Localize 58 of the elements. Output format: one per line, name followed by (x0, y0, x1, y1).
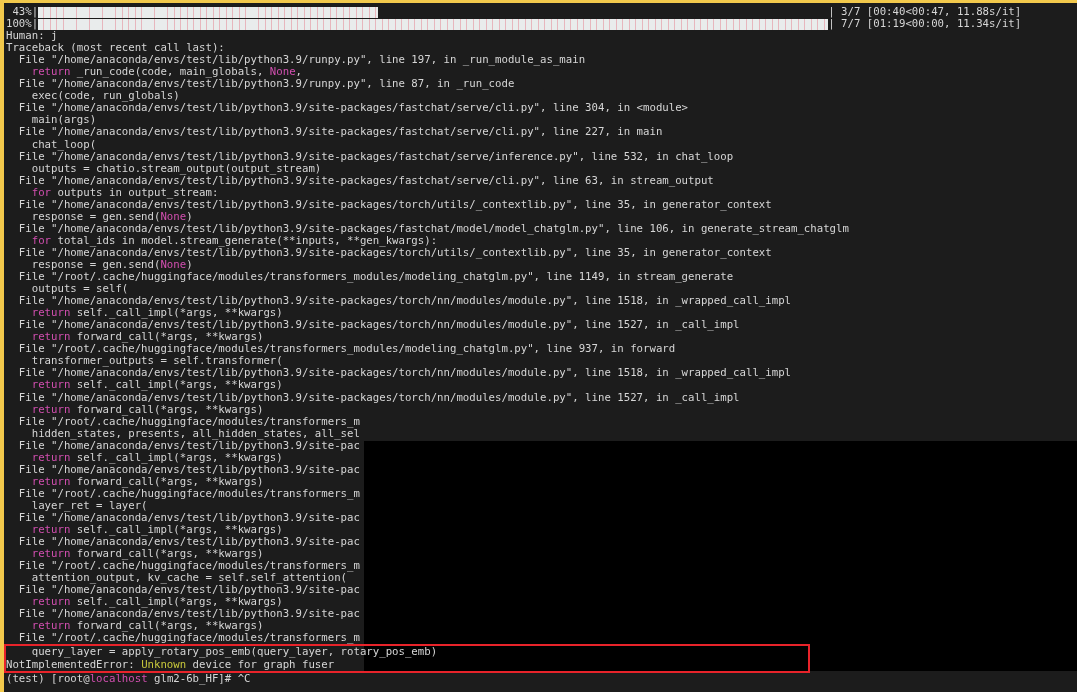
terminal-line: File "/root/.cache/huggingface/modules/transformers_modules/modeling_chatglm.py", line 937, in forward (17, 343, 676, 356)
terminal-line: layer_ret = layer( (30, 499, 148, 512)
terminal-line: File "/home/anaconda/envs/test/lib/python3.9/site-pac (17, 536, 360, 549)
terminal-line: response = gen.send(None) (30, 259, 193, 272)
terminal-line: exec(code, run_globals) (30, 90, 180, 103)
terminal-line: File "/home/anaconda/envs/test/lib/python3.9/runpy.py", line 197, in _run_module_as_main (17, 54, 586, 67)
terminal-line: File "/home/anaconda/envs/test/lib/python3.9/site-packages/fastchat/serve/cli.py", line 227, in main (17, 126, 663, 139)
terminal-line: File "/home/anaconda/envs/test/lib/python3.9/site-packages/torch/nn/modules/module.py", line 1518, in _wrapped_call_impl (17, 295, 791, 308)
terminal-line: transformer_outputs = self.transformer( (30, 355, 283, 368)
terminal-line: query_layer = apply_rotary_pos_emb(query_layer, rotary_pos_emb) (30, 646, 438, 659)
terminal-line: chat_loop( (30, 138, 97, 151)
terminal-line: return forward_call(*args, **kwargs) (30, 548, 264, 561)
terminal-line: File "/home/anaconda/envs/test/lib/python3.9/site-packages/fastchat/serve/cli.py", line 304, in <module> (17, 102, 689, 115)
progress-percent: 43%| (12, 6, 39, 18)
terminal-line: File "/home/anaconda/envs/test/lib/python3.9/runpy.py", line 87, in _run_code (17, 78, 515, 91)
terminal-line: File "/root/.cache/huggingface/modules/transformers_m (17, 560, 360, 573)
terminal-line: File "/home/anaconda/envs/test/lib/python3.9/site-packages/torch/nn/modules/module.py", line 1518, in _wrapped_call_impl (17, 367, 791, 380)
terminal-line: hidden_states, presents, all_hidden_states, all_sel (30, 427, 360, 440)
terminal-line: File "/home/anaconda/envs/test/lib/python3.9/site-packages/torch/utils/_contextlib.py", line 35, in generator_context (17, 246, 772, 259)
terminal-line: File "/home/anaconda/envs/test/lib/python3.9/site-pac (17, 463, 360, 476)
terminal-line: main(args) (30, 114, 97, 127)
terminal-line: File "/root/.cache/huggingface/modules/transformers_m (17, 415, 360, 428)
terminal-line: File "/home/anaconda/envs/test/lib/python3.9/site-packages/fastchat/model/model_chatglm.py", line 106, in generate_stream_chatglm (17, 222, 849, 235)
terminal-line: Traceback (most recent call last): (6, 42, 225, 55)
terminal-line: File "/home/anaconda/envs/test/lib/python3.9/site-packages/torch/nn/modules/module.py", line 1527, in _call_impl (17, 319, 740, 332)
terminal-line: return forward_call(*args, **kwargs) (30, 620, 264, 633)
terminal-line: File "/home/anaconda/envs/test/lib/python3.9/site-packages/fastchat/serve/inference.py", line 532, in chat_loop (17, 150, 734, 163)
terminal-line: Human: j (6, 30, 58, 43)
terminal-line: return self._call_impl(*args, **kwargs) (30, 379, 283, 392)
terminal-line: return _run_code(code, main_globals, None, (30, 66, 302, 79)
terminal-line: return self._call_impl(*args, **kwargs) (30, 307, 283, 320)
terminal-line: File "/home/anaconda/envs/test/lib/python3.9/site-pac (17, 439, 360, 452)
terminal-line: File "/root/.cache/huggingface/modules/transformers_modules/modeling_chatglm.py", line 1149, in stream_generate (17, 271, 734, 284)
terminal-line: (test) [root@localhost glm2-6b_HF]# ^C (6, 672, 251, 685)
progress-stats: | 7/7 [01:19<00:00, 11.34s/it] (828, 18, 1022, 31)
terminal-line: File "/home/anaconda/envs/test/lib/python3.9/site-packages/torch/nn/modules/module.py", line 1527, in _call_impl (17, 391, 740, 404)
progress-percent: 100%| (6, 18, 39, 31)
terminal-line: return self._call_impl(*args, **kwargs) (30, 451, 283, 464)
terminal-line: return forward_call(*args, **kwargs) (30, 331, 264, 344)
terminal-line: for total_ids in model.stream_generate(**inputs, **gen_kwargs): (30, 234, 438, 247)
terminal-line: outputs = self( (30, 283, 129, 296)
terminal-line: attention_output, kv_cache = self.self_attention( (30, 572, 348, 585)
terminal-line: File "/home/anaconda/envs/test/lib/python3.9/site-pac (17, 608, 360, 621)
terminal-line: for outputs in output_stream: (30, 186, 219, 199)
terminal-line: File "/home/anaconda/envs/test/lib/python3.9/site-packages/torch/utils/_contextlib.py", line 35, in generator_context (17, 198, 772, 211)
terminal-line: File "/home/anaconda/envs/test/lib/python3.9/site-pac (17, 511, 360, 524)
terminal-line: NotImplementedError: Unknown device for graph fuser (6, 658, 335, 671)
terminal-line: File "/home/anaconda/envs/test/lib/python3.9/site-pac (17, 584, 360, 597)
terminal-line: File "/root/.cache/huggingface/modules/transformers_m (17, 632, 360, 645)
terminal-line: response = gen.send(None) (30, 210, 193, 223)
terminal-line: return self._call_impl(*args, **kwargs) (30, 596, 283, 609)
terminal-line: return forward_call(*args, **kwargs) (30, 403, 264, 416)
terminal-line: outputs = chatio.stream_output(output_stream) (30, 162, 322, 175)
terminal-line: File "/home/anaconda/envs/test/lib/python3.9/site-packages/fastchat/serve/cli.py", line 63, in stream_output (17, 174, 714, 187)
terminal-line: File "/root/.cache/huggingface/modules/transformers_m (17, 487, 360, 500)
progress-stats: | 3/7 [00:40<00:47, 11.88s/it] (828, 6, 1022, 18)
terminal-line: return self._call_impl(*args, **kwargs) (30, 524, 283, 536)
terminal-line: return forward_call(*args, **kwargs) (30, 475, 264, 488)
